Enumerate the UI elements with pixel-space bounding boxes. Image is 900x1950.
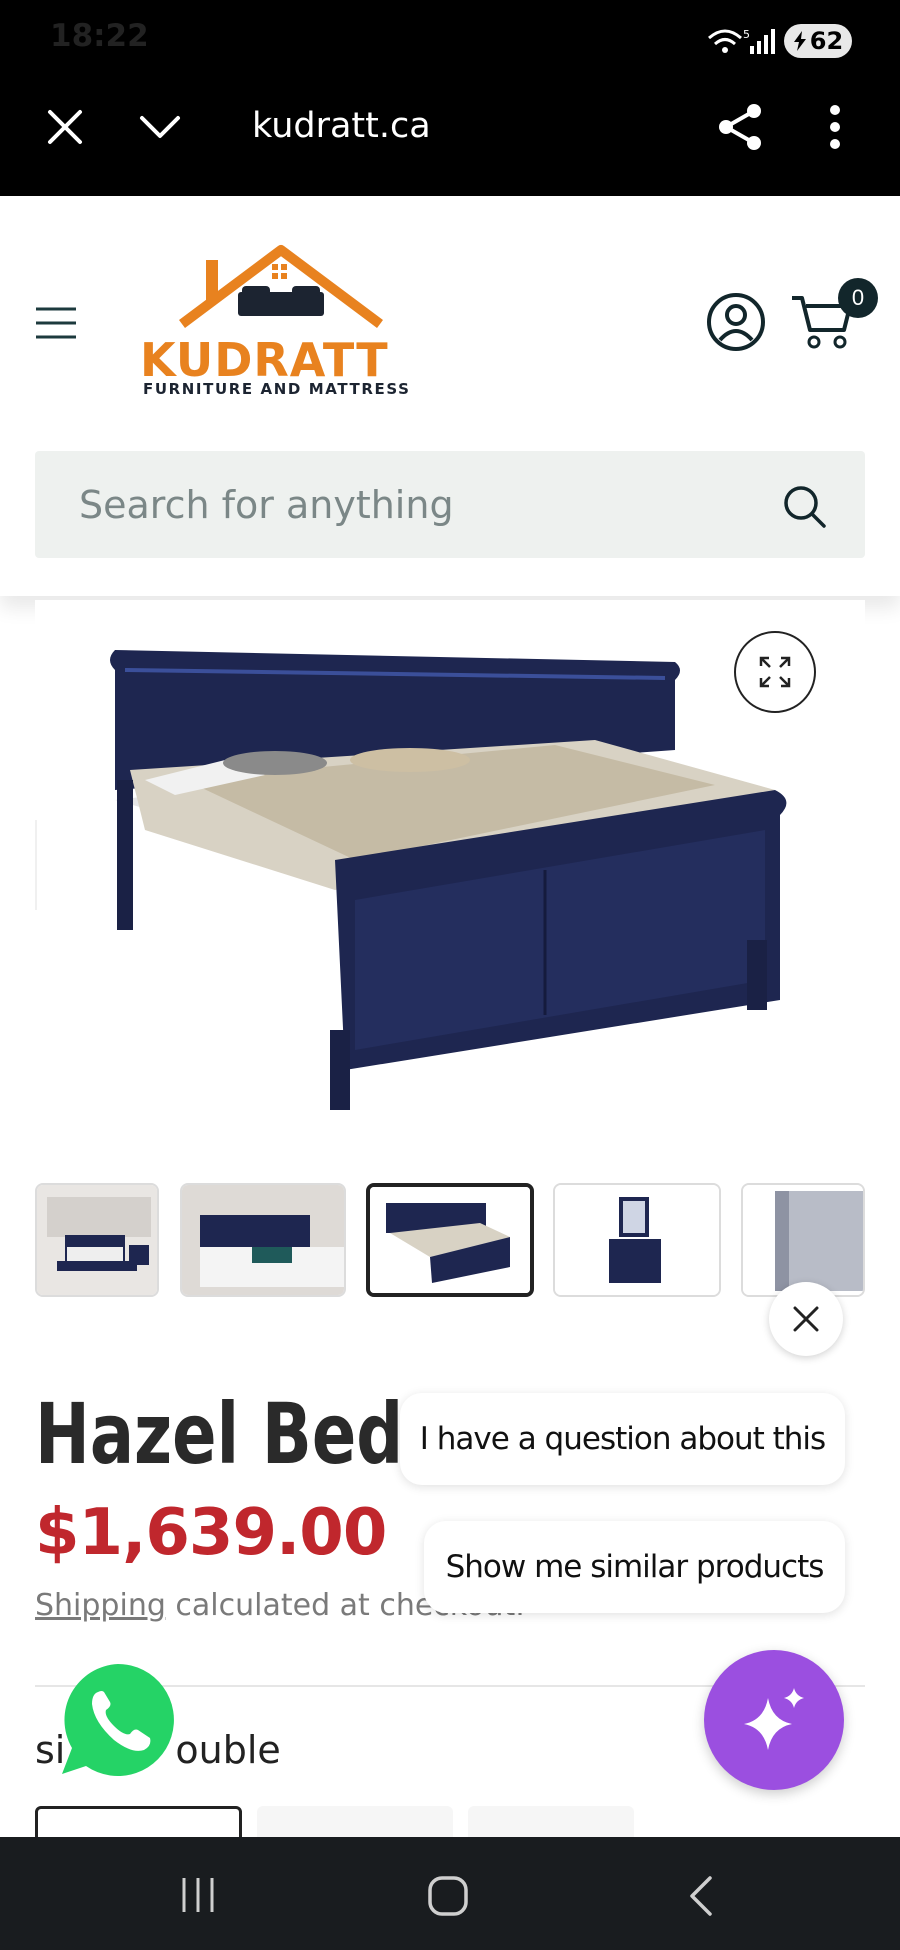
logo-house-icon[interactable] (176, 244, 386, 334)
expand-icon (759, 656, 791, 688)
hamburger-menu-icon[interactable] (34, 306, 78, 340)
product-price: $1,639.00 (35, 1496, 387, 1570)
search-icon[interactable] (783, 485, 827, 529)
home-icon[interactable] (426, 1874, 470, 1918)
battery-level: 62 (809, 27, 844, 55)
thumbnail-2-image (182, 1185, 344, 1295)
share-icon[interactable] (716, 102, 764, 152)
search-bar[interactable] (35, 451, 865, 558)
charging-icon (793, 31, 806, 51)
chat-close-button[interactable] (769, 1282, 843, 1356)
close-tab-icon[interactable] (46, 108, 84, 146)
expand-image-button[interactable] (734, 631, 816, 713)
thumbnail-5[interactable] (741, 1183, 865, 1297)
logo-tagline: FURNITURE AND MATTRESS (143, 380, 411, 398)
chat-suggestion-question[interactable]: I have a question about this (400, 1393, 845, 1485)
more-options-icon[interactable] (828, 104, 842, 150)
product-title: Hazel Bedr (35, 1385, 436, 1483)
account-icon[interactable] (706, 292, 766, 352)
thumbnail-4-image (555, 1185, 719, 1295)
thumbnail-5-image (743, 1185, 863, 1295)
ai-assistant-button[interactable] (704, 1650, 844, 1790)
thumbnail-2[interactable] (180, 1183, 346, 1297)
cart-count-badge[interactable]: 0 (838, 278, 878, 318)
sparkle-icon (744, 1688, 804, 1750)
battery-badge: 62 (784, 24, 852, 58)
chat-suggestion-similar[interactable]: Show me similar products (424, 1521, 845, 1613)
whatsapp-icon[interactable] (58, 1660, 178, 1780)
size-value: ouble (175, 1728, 281, 1772)
search-input[interactable] (79, 451, 759, 558)
back-icon[interactable] (686, 1874, 716, 1918)
url-display[interactable]: kudratt.ca (252, 106, 431, 146)
thumbnail-1-image (37, 1185, 157, 1295)
browser-toolbar (0, 80, 900, 196)
thumbnail-4[interactable] (553, 1183, 721, 1297)
recent-apps-icon[interactable] (178, 1876, 218, 1914)
chevron-down-icon[interactable] (138, 112, 182, 142)
thumbnail-3[interactable] (366, 1183, 534, 1297)
signal-icon (750, 29, 775, 54)
close-icon (793, 1306, 819, 1332)
status-time: 18:22 (50, 18, 149, 54)
logo-text[interactable]: KUDRATT (140, 333, 389, 387)
thumbnail-1[interactable] (35, 1183, 159, 1297)
thumbnail-3-image (370, 1187, 530, 1293)
shipping-link[interactable]: Shipping (35, 1588, 166, 1623)
